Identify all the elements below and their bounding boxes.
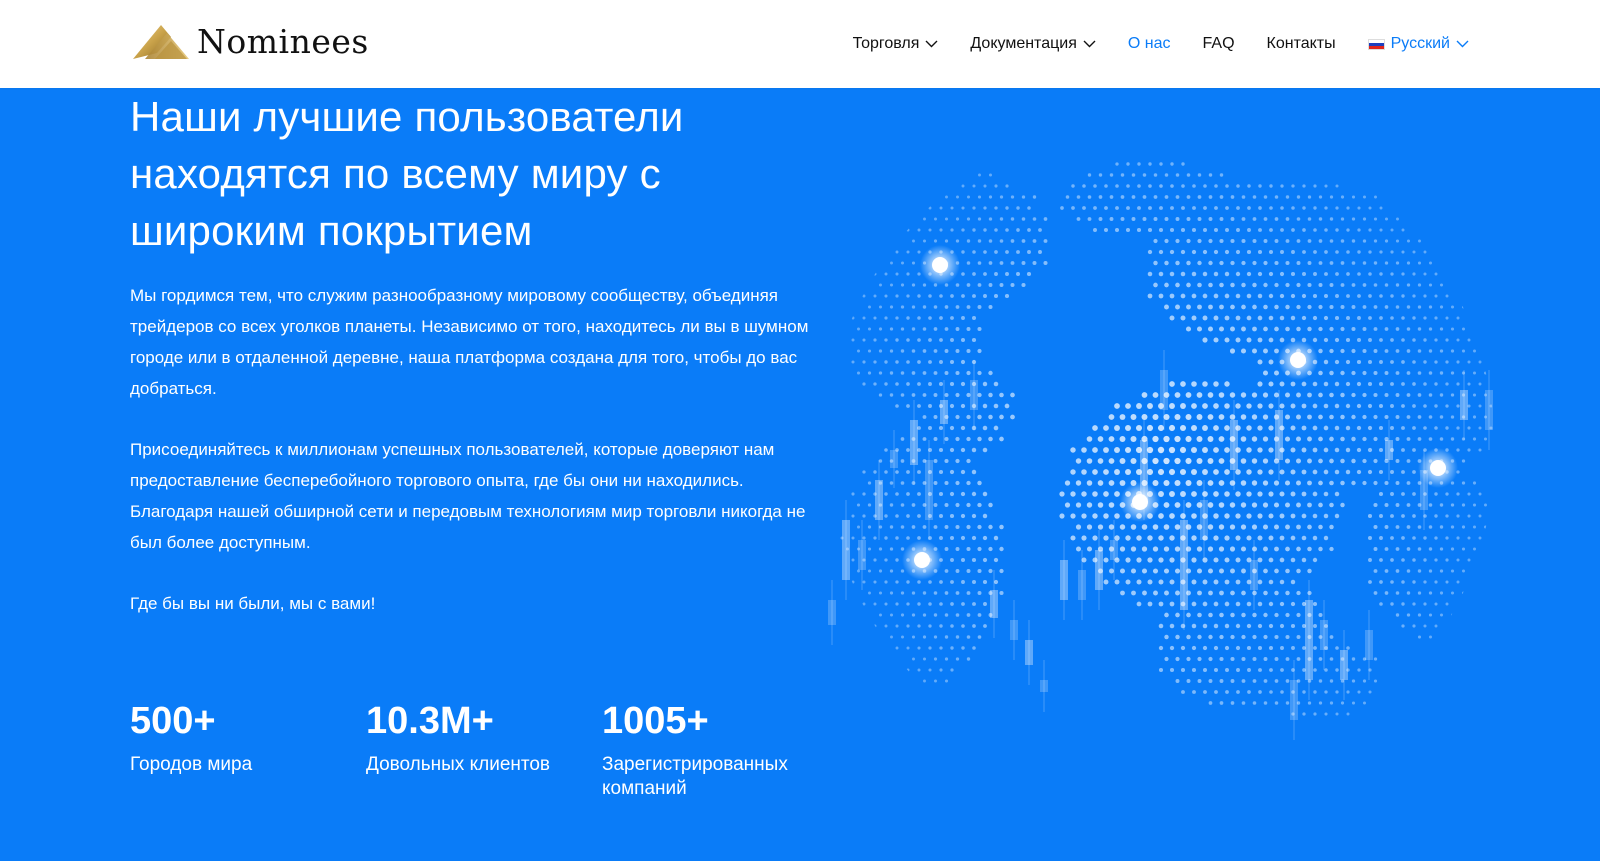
brand-logo[interactable]: Nominees (131, 22, 369, 62)
nav-item-trading[interactable]: Торговля (853, 35, 939, 53)
stats-row: 500+ Городов мира 10.3M+ Довольных клиен… (130, 695, 838, 801)
candle-body (1385, 440, 1393, 460)
candle-body (1180, 520, 1188, 610)
stat-companies: 1005+ Зарегистрированных компаний (602, 695, 838, 801)
location-marker (1430, 460, 1446, 476)
candle-body (842, 520, 850, 580)
candle-body (1305, 600, 1313, 680)
hero-paragraph: Мы гордимся тем, что служим разнообразно… (130, 286, 809, 398)
site-header: Nominees Торговля Документация О нас FAQ… (0, 0, 1600, 88)
stat-label: Зарегистрированных компаний (602, 754, 788, 799)
language-label: Русский (1390, 35, 1450, 52)
hero-tagline: Где бы вы ни были, мы с вами! (130, 594, 376, 613)
brand-name: Nominees (197, 22, 369, 61)
location-marker (1290, 352, 1306, 368)
language-selector[interactable]: Русский (1367, 35, 1469, 53)
stat-cities: 500+ Городов мира (130, 695, 366, 801)
candle-body (828, 600, 836, 625)
candle-body (1290, 680, 1298, 720)
candle-body (925, 460, 933, 520)
candle-body (990, 590, 998, 618)
candle-body (940, 400, 948, 424)
page: Nominees Торговля Документация О нас FAQ… (0, 0, 1600, 861)
candle-body (1078, 570, 1086, 600)
candle-body (1485, 390, 1493, 430)
chevron-down-icon (925, 40, 938, 48)
candle-body (1250, 560, 1258, 590)
nav-item-documentation[interactable]: Документация (970, 35, 1096, 53)
ru-flag-icon (1367, 38, 1385, 50)
candle-body (1040, 680, 1048, 692)
candle-body (1025, 640, 1033, 665)
candle-body (1200, 500, 1208, 540)
nominees-logo-icon (133, 25, 189, 59)
candle-body (1340, 650, 1348, 680)
stat-label: Довольных клиентов (366, 754, 551, 775)
candle-body (1365, 630, 1373, 660)
nav-item-label: Контакты (1266, 35, 1336, 52)
chevron-down-icon (1456, 40, 1469, 48)
candle-body (1110, 540, 1118, 560)
stat-value: 10.3M+ (366, 700, 494, 742)
nav-item-label: Торговля (852, 35, 920, 52)
world-globe-illustration (820, 120, 1530, 770)
nav-item-faq[interactable]: FAQ (1203, 35, 1235, 53)
chevron-down-icon (1083, 40, 1096, 48)
hero-title: Наши лучшие пользователи находятся по вс… (130, 93, 684, 254)
stat-value: 500+ (130, 700, 216, 742)
candle-body (858, 540, 866, 570)
candle-body (1060, 560, 1068, 600)
candle-body (1320, 620, 1328, 650)
candle-body (1010, 620, 1018, 640)
candle-body (1460, 390, 1468, 420)
candle-body (1095, 550, 1103, 590)
stat-clients: 10.3M+ Довольных клиентов (366, 695, 602, 801)
candle-body (1160, 370, 1168, 410)
location-marker (914, 552, 930, 568)
nav-item-label: FAQ (1202, 35, 1235, 52)
candle-body (910, 420, 918, 465)
nav-item-contacts[interactable]: Контакты (1267, 35, 1336, 53)
candle-body (875, 480, 883, 520)
location-marker (932, 257, 948, 273)
candle-body (970, 380, 978, 410)
candle-body (890, 450, 898, 468)
globe-graphic (828, 162, 1493, 740)
candle-body (1230, 420, 1238, 470)
nav-item-about[interactable]: О нас (1128, 35, 1171, 53)
stat-value: 1005+ (602, 700, 709, 742)
candle-body (1275, 410, 1283, 460)
main-nav: Торговля Документация О нас FAQ Контакты… (821, 0, 1469, 88)
hero-paragraph: Присоединяйтесь к миллионам успешных пол… (130, 440, 806, 552)
nav-item-label: О нас (1127, 35, 1171, 52)
location-marker (1132, 494, 1148, 510)
nav-item-label: Документация (970, 35, 1077, 52)
stat-label: Городов мира (130, 754, 253, 775)
